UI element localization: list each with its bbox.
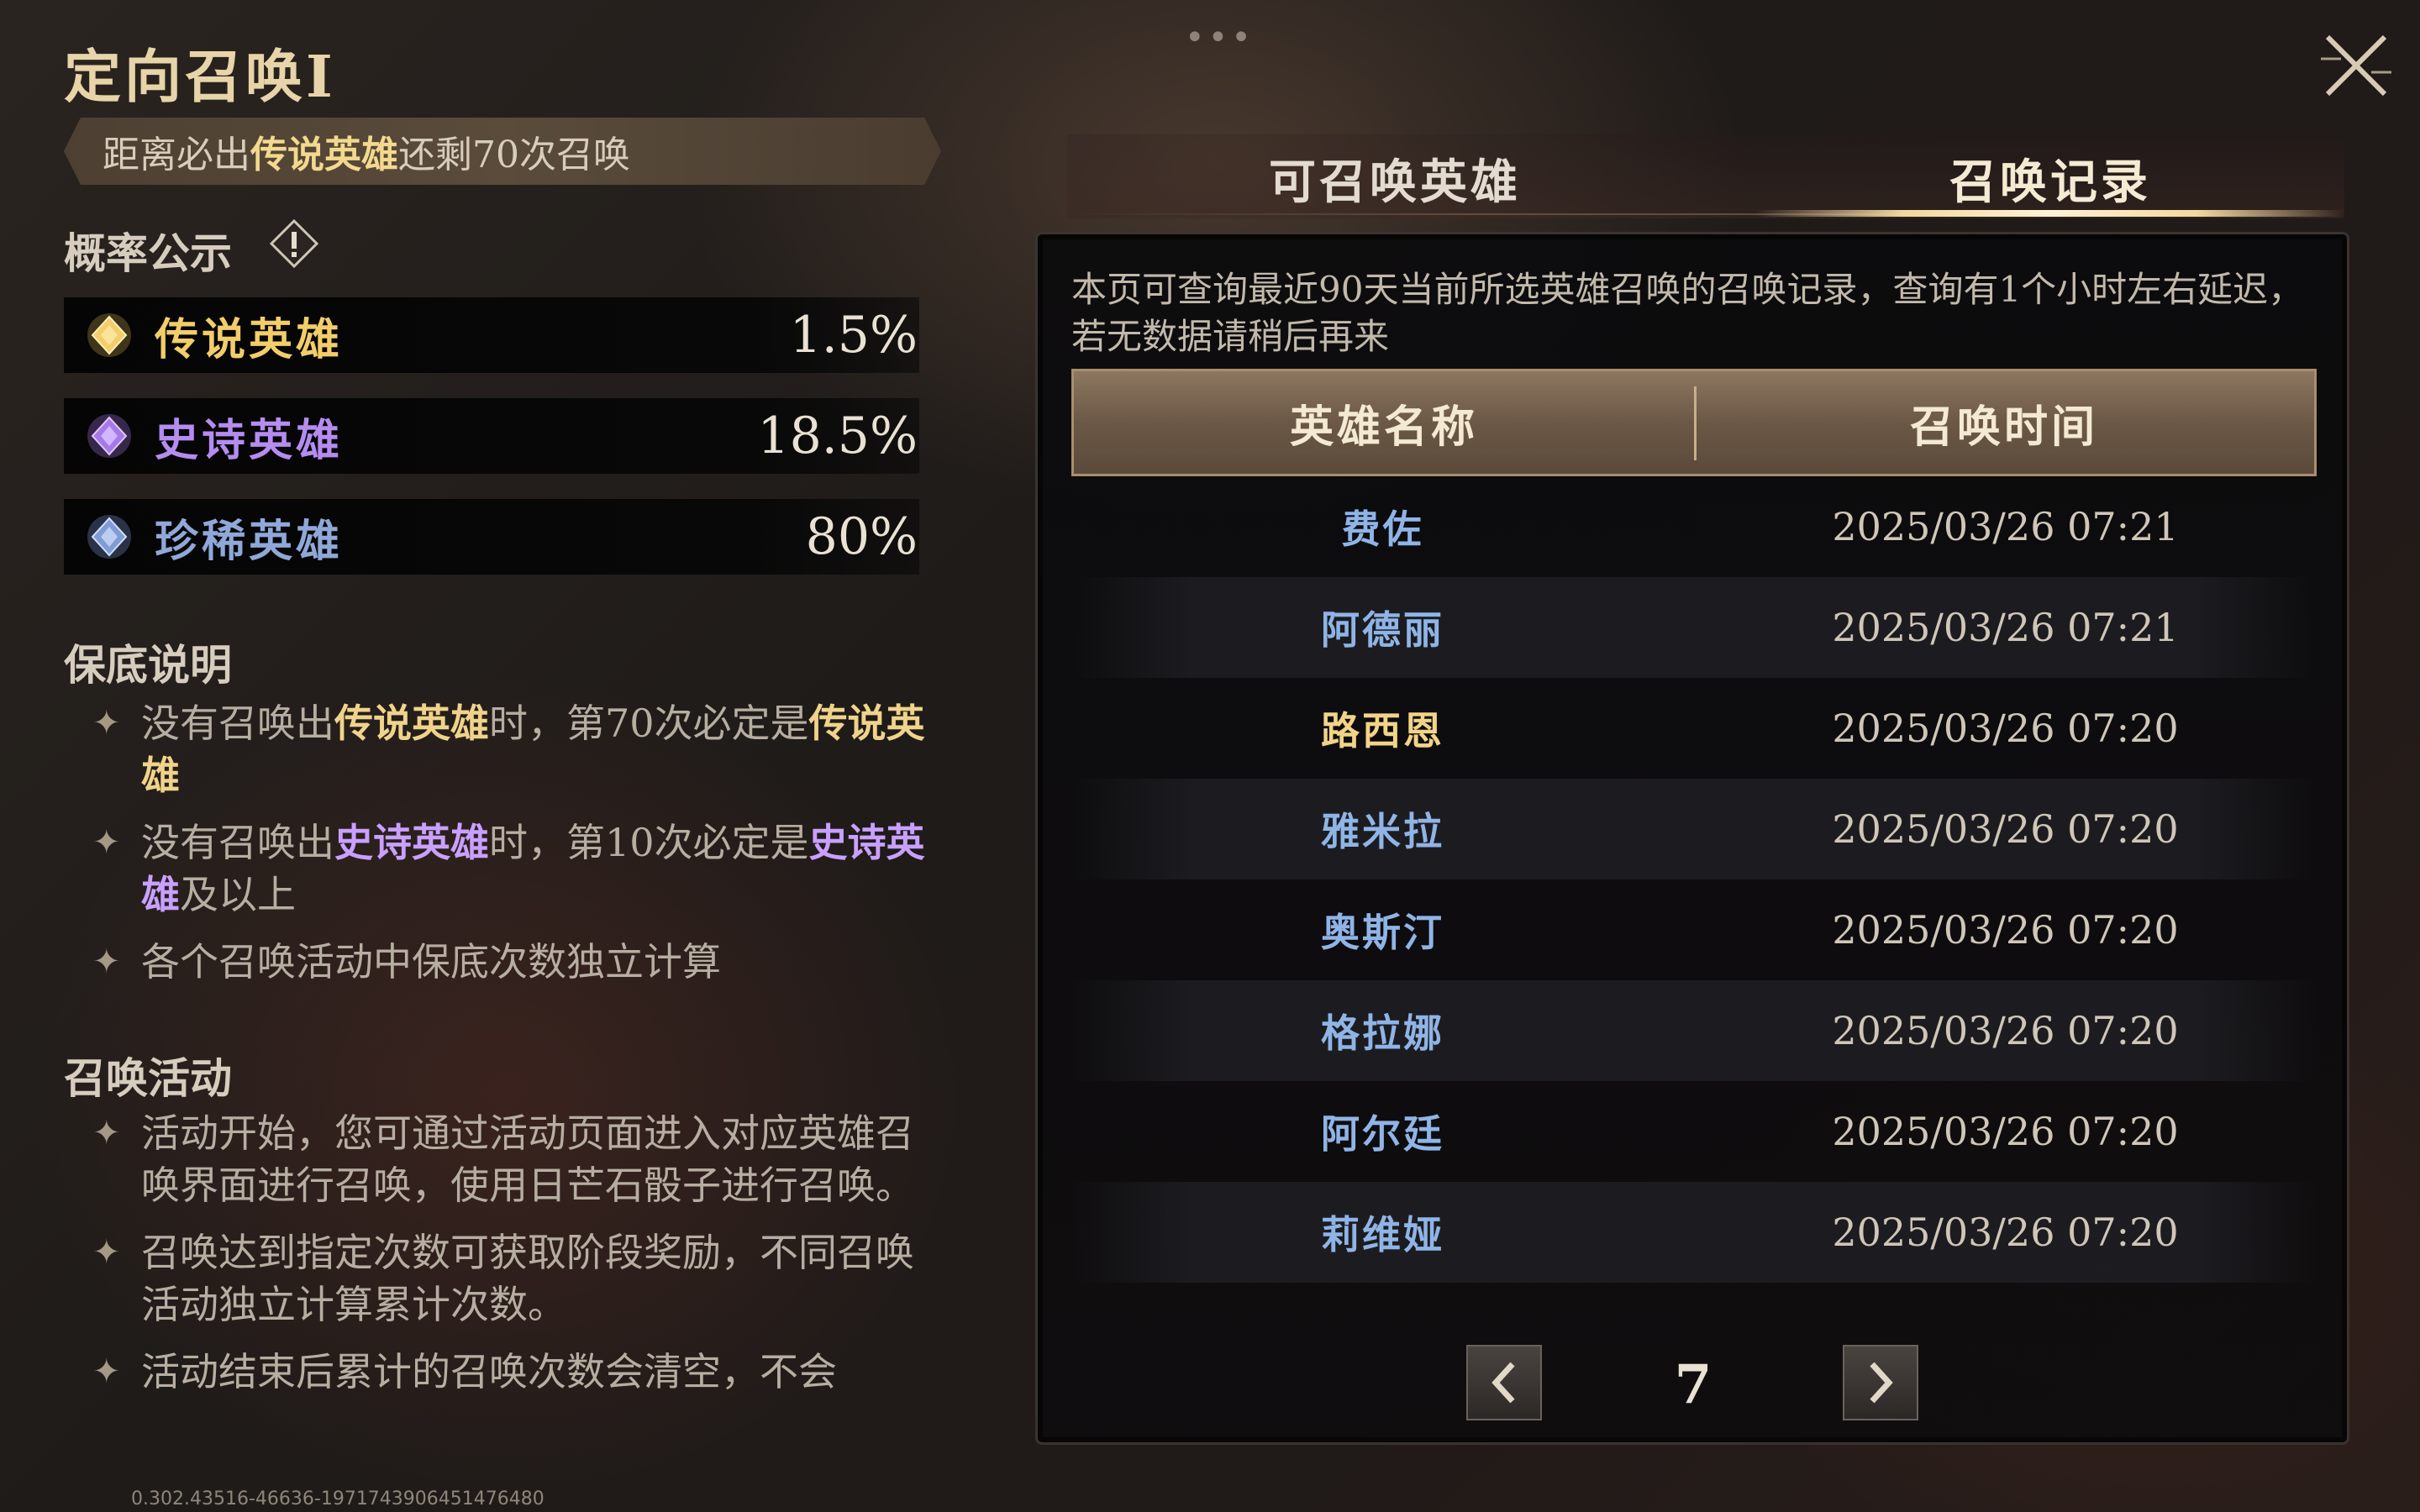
- pagination: 7: [1466, 1345, 1920, 1425]
- text-segment: 时，第10次必定是: [489, 820, 809, 865]
- list-item: ✦ 活动结束后累计的召唤次数会清空，不会: [92, 1346, 933, 1398]
- rate-row-rare: 珍稀英雄 80%: [64, 499, 919, 575]
- activity-title: 召唤活动: [64, 1053, 232, 1103]
- tab-summon-history[interactable]: 召唤记录: [1949, 144, 2151, 213]
- drag-handle[interactable]: •••: [1185, 18, 1255, 57]
- blue-gem-icon: [87, 515, 131, 559]
- header-divider: [1694, 386, 1697, 460]
- table-row: 奥斯汀 2025/03/26 07:20: [1071, 879, 2317, 980]
- summon-time-cell: 2025/03/26 07:20: [1832, 1109, 2179, 1154]
- pity-highlight: 传说英雄: [250, 134, 398, 176]
- hero-name-cell: 雅米拉: [1321, 809, 1444, 854]
- rate-pct-rare: 80%: [805, 507, 918, 566]
- table-row: 格拉娜 2025/03/26 07:20: [1071, 980, 2317, 1081]
- version-label: 0.302.43516-46636-1971743906451476480: [131, 1488, 544, 1509]
- table-row: 阿尔廷 2025/03/26 07:20: [1071, 1081, 2317, 1182]
- text-segment: 活动开始，您可通过活动页面进入对应英雄召唤界面进行召唤，使用日芒石骰子进行召唤。: [141, 1110, 914, 1208]
- table-row: 路西恩 2025/03/26 07:20: [1071, 678, 2317, 779]
- records-table-body[interactable]: 费佐 2025/03/26 07:21 阿德丽 2025/03/26 07:21…: [1071, 476, 2317, 1283]
- summon-time-cell: 2025/03/26 07:21: [1832, 504, 2179, 549]
- hero-name-cell: 奥斯汀: [1321, 910, 1444, 955]
- hero-name-cell: 阿德丽: [1321, 607, 1444, 653]
- close-icon: [2321, 34, 2391, 97]
- summon-time-cell: 2025/03/26 07:20: [1832, 1008, 2179, 1053]
- summon-time-cell: 2025/03/26 07:20: [1832, 1210, 2179, 1255]
- tab-available-heroes[interactable]: 可召唤英雄: [1269, 144, 1521, 213]
- tab-bar-background: [1067, 134, 2344, 218]
- hero-name-cell: 莉维娅: [1321, 1212, 1444, 1257]
- list-item: ✦ 活动开始，您可通过活动页面进入对应英雄召唤界面进行召唤，使用日芒石骰子进行召…: [92, 1107, 933, 1211]
- hero-name-cell: 阿尔廷: [1321, 1111, 1444, 1157]
- info-button[interactable]: [269, 218, 319, 269]
- next-page-button[interactable]: [1843, 1345, 1918, 1420]
- rates-title: 概率公示: [64, 228, 232, 278]
- rate-row-epic: 史诗英雄 18.5%: [64, 398, 919, 474]
- gold-gem-icon: [87, 313, 131, 357]
- text-segment: 没有召唤出: [141, 701, 334, 746]
- summon-time-cell: 2025/03/26 07:21: [1832, 605, 2179, 650]
- purple-gem-icon: [87, 414, 131, 458]
- star-bullet-icon: ✦: [92, 942, 121, 981]
- exclamation-icon: [269, 218, 319, 269]
- table-row: 莉维娅 2025/03/26 07:20: [1071, 1182, 2317, 1283]
- pity-prefix: 距离必出: [103, 134, 250, 176]
- text-segment: 活动结束后累计的召唤次数会清空，不会: [141, 1349, 837, 1394]
- text-segment: 召唤达到指定次数可获取阶段奖励，不同召唤活动独立计算累计次数。: [141, 1230, 914, 1327]
- table-row: 阿德丽 2025/03/26 07:21: [1071, 577, 2317, 678]
- star-bullet-icon: ✦: [92, 823, 121, 862]
- star-bullet-icon: ✦: [92, 1352, 121, 1391]
- rate-name-epic: 史诗英雄: [155, 414, 344, 466]
- pity-banner: 距离必出 传说英雄 还剩70次召唤: [64, 118, 941, 185]
- hero-name-cell: 费佐: [1341, 507, 1424, 552]
- previous-page-button[interactable]: [1466, 1345, 1542, 1420]
- star-bullet-icon: ✦: [92, 1114, 121, 1152]
- star-bullet-icon: ✦: [92, 704, 121, 743]
- legendary-highlight: 传说英雄: [334, 701, 489, 746]
- chevron-left-icon: [1491, 1362, 1515, 1404]
- active-tab-indicator: [1756, 210, 2344, 217]
- text-segment: 及以上: [180, 872, 296, 917]
- text-segment: 时，第70次必定是: [489, 701, 809, 746]
- records-notice: 本页可查询最近90天当前所选英雄召唤的召唤记录，查询有1个小时左右延迟，若无数据…: [1071, 269, 2304, 357]
- column-header-summon-time: 召唤时间: [1909, 401, 2098, 453]
- summon-time-cell: 2025/03/26 07:20: [1832, 806, 2179, 852]
- summon-time-cell: 2025/03/26 07:20: [1832, 907, 2179, 953]
- guarantee-list: ✦ 没有召唤出传说英雄时，第70次必定是传说英雄 ✦ 没有召唤出史诗英雄时，第1…: [92, 697, 933, 1003]
- rate-name-rare: 珍稀英雄: [155, 515, 344, 567]
- list-item: ✦ 各个召唤活动中保底次数独立计算: [92, 936, 933, 988]
- list-item: ✦ 召唤达到指定次数可获取阶段奖励，不同召唤活动独立计算累计次数。: [92, 1226, 933, 1331]
- list-item: ✦ 没有召唤出史诗英雄时，第10次必定是史诗英雄及以上: [92, 816, 933, 921]
- pity-suffix: 还剩70次召唤: [398, 134, 630, 176]
- page-number: 7: [1674, 1353, 1712, 1416]
- text-segment: 各个召唤活动中保底次数独立计算: [141, 939, 721, 984]
- activity-list[interactable]: ✦ 活动开始，您可通过活动页面进入对应英雄召唤界面进行召唤，使用日芒石骰子进行召…: [92, 1107, 933, 1443]
- guarantee-title: 保底说明: [64, 640, 232, 690]
- rate-pct-epic: 18.5%: [757, 407, 918, 465]
- page-title: 定向召唤I: [64, 44, 336, 111]
- table-row: 雅米拉 2025/03/26 07:20: [1071, 779, 2317, 879]
- table-row: 费佐 2025/03/26 07:21: [1071, 476, 2317, 577]
- hero-name-cell: 格拉娜: [1321, 1011, 1444, 1056]
- column-header-hero-name: 英雄名称: [1289, 401, 1478, 453]
- table-header: 英雄名称 召唤时间: [1071, 369, 2317, 476]
- rate-row-legendary: 传说英雄 1.5%: [64, 297, 919, 373]
- rate-pct-legendary: 1.5%: [789, 306, 918, 365]
- records-panel: 本页可查询最近90天当前所选英雄召唤的召唤记录，查询有1个小时左右延迟，若无数据…: [1035, 232, 2349, 1445]
- chevron-right-icon: [1870, 1362, 1893, 1404]
- rate-name-legendary: 传说英雄: [155, 313, 344, 365]
- text-segment: 没有召唤出: [141, 820, 334, 865]
- close-button[interactable]: [2316, 25, 2396, 106]
- list-item: ✦ 没有召唤出传说英雄时，第70次必定是传说英雄: [92, 697, 933, 801]
- tab-bar: 可召唤英雄 召唤记录: [1067, 134, 2344, 218]
- hero-name-cell: 路西恩: [1321, 708, 1444, 753]
- summon-time-cell: 2025/03/26 07:20: [1832, 706, 2179, 751]
- star-bullet-icon: ✦: [92, 1233, 121, 1272]
- epic-highlight: 史诗英雄: [334, 820, 489, 865]
